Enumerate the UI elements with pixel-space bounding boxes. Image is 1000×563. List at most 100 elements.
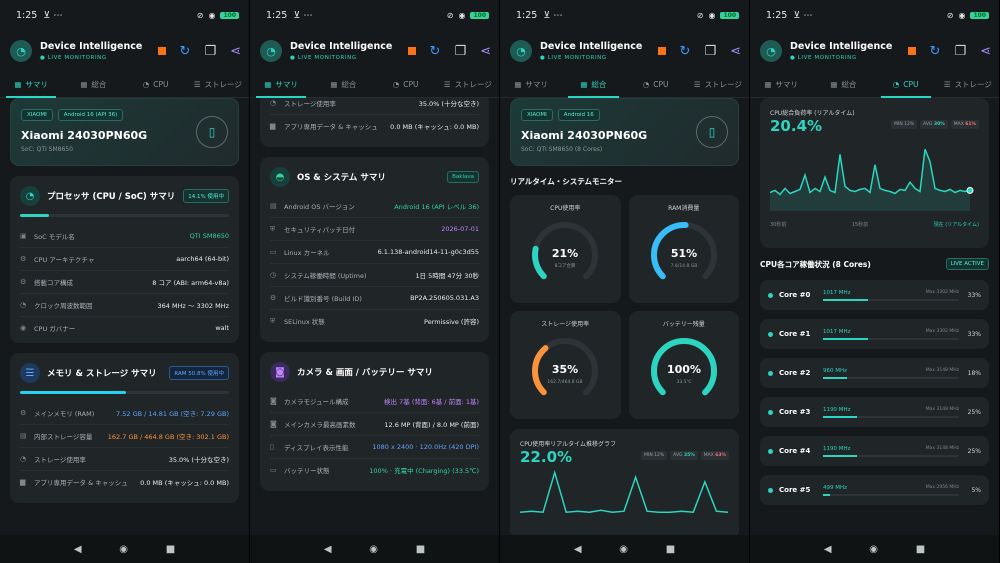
screen-overview: 1:25 ⊻ ⋯ ⊘ ◉ 100 ◔ Device Intelligence ● LIV… bbox=[500, 0, 750, 563]
gauge-card: CPU使用率 21% 8コア合算 bbox=[510, 195, 621, 303]
row-value: 2026-07-01 bbox=[441, 225, 479, 233]
share-icon[interactable]: ⋖ bbox=[980, 45, 991, 58]
core-dot bbox=[768, 409, 773, 415]
wifi-icon: ◉ bbox=[958, 10, 966, 20]
tab-icon: ◔ bbox=[642, 80, 650, 89]
avg-chip: AVG 35% bbox=[670, 451, 698, 460]
core-bar bbox=[823, 337, 959, 340]
core-row[interactable]: Core #5 499 MHz Max 2956 MHz 5% bbox=[760, 475, 989, 505]
core-pct: 18% bbox=[967, 369, 981, 377]
back-icon[interactable]: ◀ bbox=[324, 544, 332, 555]
core-name: Core #0 bbox=[779, 291, 811, 299]
refresh-icon[interactable]: ↻ bbox=[930, 45, 941, 58]
tab-2[interactable]: ◔ CPU bbox=[375, 72, 437, 97]
battery-icon: 100 bbox=[720, 11, 739, 19]
processor-usage-bar bbox=[20, 214, 229, 217]
scroll-area[interactable]: CPU総合負荷率 (リアルタイム) 20.4% MIN 12% AVG 30% MAX… bbox=[750, 98, 999, 535]
tab-2[interactable]: ◔ CPU bbox=[125, 72, 187, 97]
row-label: 内部ストレージ容量 bbox=[34, 433, 93, 441]
share-icon[interactable]: ⋖ bbox=[480, 45, 491, 58]
row-icon: ⛨ bbox=[270, 316, 276, 325]
tab-3[interactable]: ☰ ストレージ bbox=[687, 72, 749, 97]
back-icon[interactable]: ◀ bbox=[824, 544, 832, 555]
tab-3[interactable]: ☰ ストレージ bbox=[937, 72, 999, 97]
row-icon: ▣ bbox=[20, 232, 27, 240]
scroll-area[interactable]: XIAOMI Android 16 (API 36) Xiaomi 24030PN… bbox=[0, 98, 249, 535]
stop-button[interactable] bbox=[407, 47, 416, 55]
tab-3[interactable]: ☰ ストレージ bbox=[437, 72, 499, 97]
app-subtitle: ● LIVE MONITORING bbox=[40, 55, 107, 61]
share-icon[interactable]: ⋖ bbox=[730, 45, 741, 58]
processor-title: プロセッサ (CPU / SoC) サマリ bbox=[47, 192, 176, 202]
copy-icon[interactable]: ❐ bbox=[704, 45, 716, 58]
core-freq: 960 MHz bbox=[823, 367, 848, 374]
tab-label: サマリ bbox=[525, 80, 548, 89]
stop-button[interactable] bbox=[907, 47, 916, 55]
home-icon[interactable]: ◉ bbox=[869, 544, 878, 555]
tab-0[interactable]: ▦ サマリ bbox=[500, 72, 562, 97]
info-row: ▭ Linux カーネル 6.1.138-android14-11-g0c3d55 bbox=[270, 241, 479, 264]
copy-icon[interactable]: ❐ bbox=[954, 45, 966, 58]
recents-icon[interactable]: ■ bbox=[166, 544, 175, 555]
home-icon[interactable]: ◉ bbox=[119, 544, 128, 555]
scroll-area[interactable]: XIAOMI Android 16 Xiaomi 24030PN60G SoC: … bbox=[500, 98, 749, 535]
tab-icon: ▦ bbox=[264, 80, 272, 89]
core-row[interactable]: Core #0 1017 MHz Max 3302 MHz 33% bbox=[760, 280, 989, 310]
refresh-icon[interactable]: ↻ bbox=[680, 45, 691, 58]
scroll-area[interactable]: ◔ ストレージ使用率 35.0% (十分な空き) ▆ アプリ専用データ & キャッシュ 0… bbox=[250, 98, 499, 535]
info-row: ▆ アプリ専用データ & キャッシュ 0.0 MB (キャッシュ: 0.0 MB) bbox=[270, 115, 479, 137]
info-row: ▣ SoC モデル名 QTI SM8650 bbox=[20, 225, 229, 248]
gauge-label: ストレージ使用率 bbox=[541, 321, 590, 328]
app-title: Device Intelligence bbox=[540, 41, 643, 52]
back-icon[interactable]: ◀ bbox=[574, 544, 582, 555]
refresh-icon[interactable]: ↻ bbox=[430, 45, 441, 58]
row-icon: ◙ bbox=[270, 420, 277, 428]
memory-icon: ☰ bbox=[20, 363, 40, 383]
tab-2[interactable]: ◔ CPU bbox=[875, 72, 937, 98]
tab-1[interactable]: ▦ 総合 bbox=[312, 72, 374, 97]
camera-icon: ◙ bbox=[270, 362, 290, 382]
copy-icon[interactable]: ❐ bbox=[454, 45, 466, 58]
tab-0[interactable]: ▦ サマリ bbox=[750, 72, 812, 97]
screens-container: 1:25 ⊻ ⋯ ⊘ ◉ 100 ◔ Device Intelligence ● LIV… bbox=[0, 0, 1000, 563]
refresh-icon[interactable]: ↻ bbox=[180, 45, 191, 58]
recents-icon[interactable]: ■ bbox=[416, 544, 425, 555]
core-freq: 1190 MHz bbox=[823, 445, 851, 452]
core-max: Max 3148 MHz bbox=[925, 445, 959, 451]
stop-button[interactable] bbox=[657, 47, 666, 55]
tab-1[interactable]: ▦ 総合 bbox=[562, 72, 624, 98]
core-row[interactable]: Core #2 960 MHz Max 3148 MHz 18% bbox=[760, 358, 989, 388]
core-row[interactable]: Core #3 1190 MHz Max 3148 MHz 25% bbox=[760, 397, 989, 427]
core-row[interactable]: Core #1 1017 MHz Max 3302 MHz 33% bbox=[760, 319, 989, 349]
gauge-sub: 162.7/464.8 GB bbox=[548, 379, 583, 385]
cpu-load-title: CPU総合負荷率 (リアルタイム) bbox=[770, 110, 855, 117]
info-row: ⚙ CPU アーキテクチャ aarch64 (64-bit) bbox=[20, 248, 229, 271]
os-badge: Baklava bbox=[447, 171, 479, 183]
row-label: ビルド識別番号 (Build ID) bbox=[284, 295, 362, 303]
copy-icon[interactable]: ❐ bbox=[204, 45, 216, 58]
core-row[interactable]: Core #4 1190 MHz Max 3148 MHz 25% bbox=[760, 436, 989, 466]
brand-chip: XIAOMI bbox=[521, 109, 553, 121]
tab-0[interactable]: ▦ サマリ bbox=[0, 72, 62, 98]
tab-2[interactable]: ◔ CPU bbox=[625, 72, 687, 97]
home-icon[interactable]: ◉ bbox=[369, 544, 378, 555]
recents-icon[interactable]: ■ bbox=[916, 544, 925, 555]
tab-0[interactable]: ▦ サマリ bbox=[250, 72, 312, 98]
app-logo-icon: ◔ bbox=[260, 40, 282, 62]
tab-label: サマリ bbox=[275, 80, 298, 89]
stop-button[interactable] bbox=[157, 47, 166, 55]
back-icon[interactable]: ◀ bbox=[74, 544, 82, 555]
gauge-card: RAM消費量 51% 7.6/14.8 GB bbox=[628, 195, 739, 303]
row-icon: ▆ bbox=[270, 122, 276, 130]
tab-3[interactable]: ☰ ストレージ bbox=[187, 72, 249, 97]
share-icon[interactable]: ⋖ bbox=[230, 45, 241, 58]
home-icon[interactable]: ◉ bbox=[619, 544, 628, 555]
status-time: 1:25 bbox=[16, 9, 38, 21]
tab-1[interactable]: ▦ 総合 bbox=[62, 72, 124, 97]
recents-icon[interactable]: ■ bbox=[666, 544, 675, 555]
memory-card: ☰ メモリ & ストレージ サマリ RAM 50.8% 使用中 ⚙ メインメモリ (R… bbox=[10, 353, 239, 503]
cpu-load-chart bbox=[769, 149, 974, 211]
status-extra: ⊻ ⋯ bbox=[293, 9, 313, 21]
tab-1[interactable]: ▦ 総合 bbox=[812, 72, 874, 97]
core-name: Core #5 bbox=[779, 486, 811, 494]
